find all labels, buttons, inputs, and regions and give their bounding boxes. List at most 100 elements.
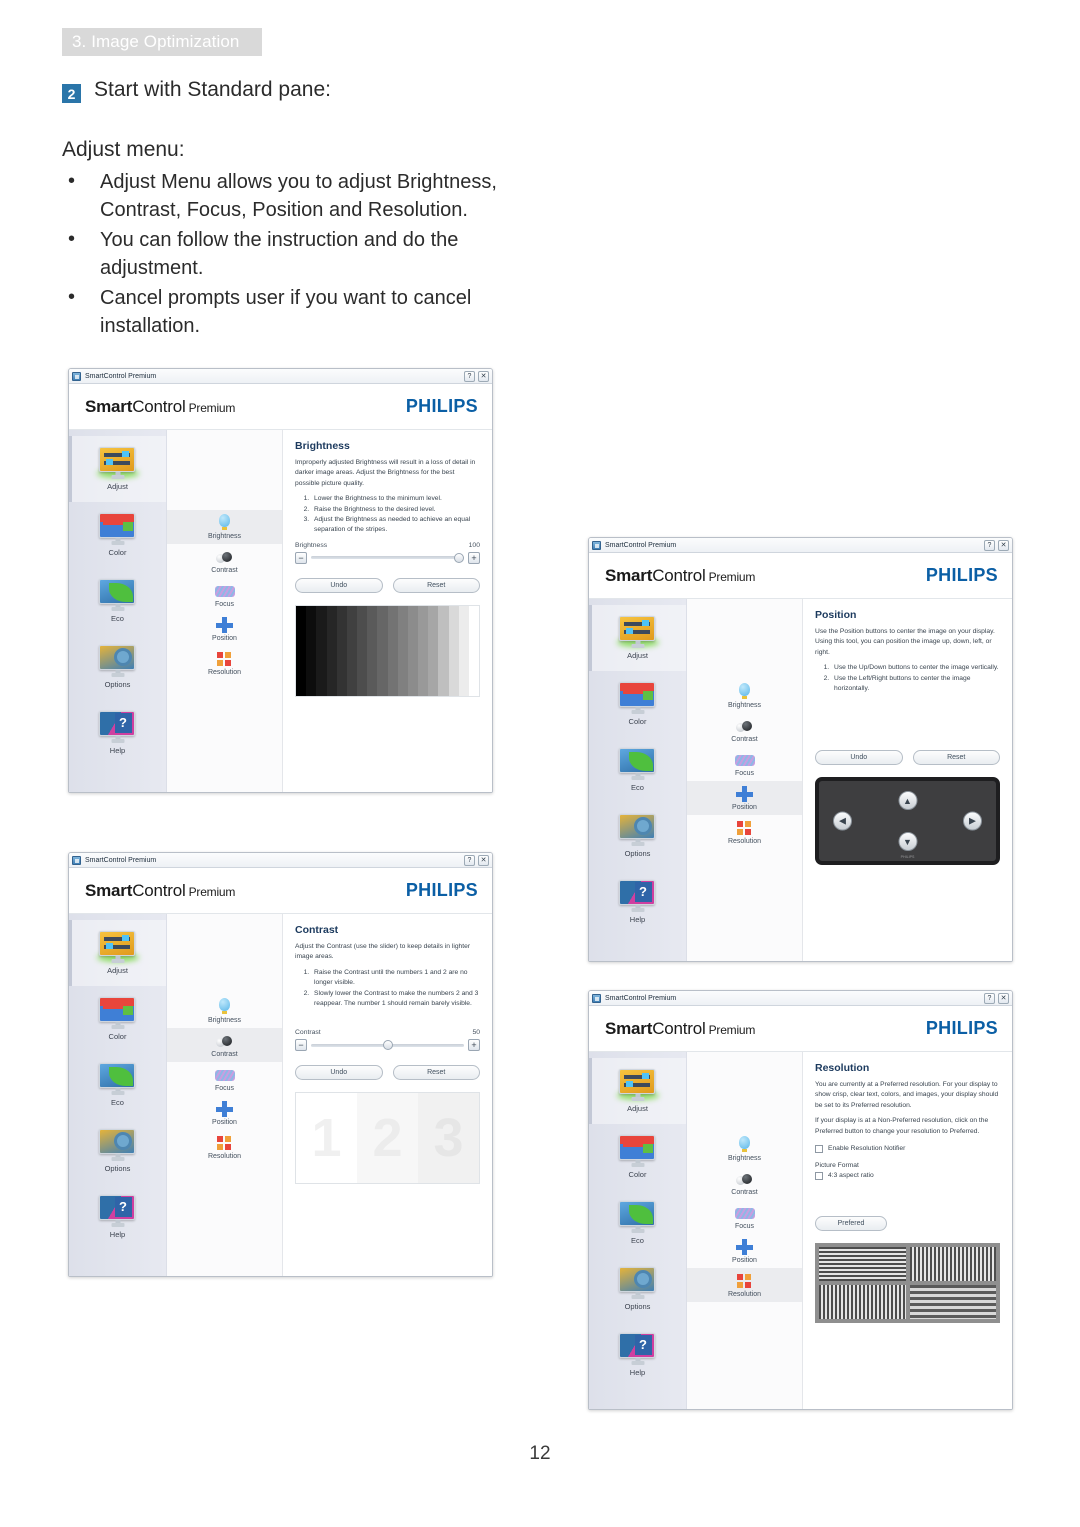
window-titlebar[interactable]: SmartControl Premium ? ✕	[69, 369, 492, 384]
rail-item-help[interactable]: ? Help	[69, 1184, 166, 1250]
undo-button[interactable]: Undo	[815, 750, 903, 766]
rail-item-color[interactable]: Color	[589, 1124, 686, 1190]
sub-menu-rail[interactable]: Brightness Contrast Focus Position Resol…	[687, 1052, 803, 1409]
window-controls[interactable]: ? ✕	[984, 539, 1009, 551]
close-icon[interactable]: ✕	[478, 854, 489, 866]
smartcontrol-window-resolution[interactable]: SmartControl Premium ? ✕ SmartControl Pre…	[588, 990, 1013, 1410]
close-icon[interactable]: ✕	[998, 992, 1009, 1004]
rail-item-color[interactable]: Color	[69, 502, 166, 568]
rail-item-options[interactable]: Options	[69, 634, 166, 700]
rail-item-color[interactable]: Color	[589, 671, 686, 737]
aspect-ratio-checkbox-row[interactable]: 4:3 aspect ratio	[815, 1171, 1000, 1180]
submenu-item-brightness[interactable]: Brightness	[687, 679, 802, 713]
rail-item-color[interactable]: Color	[69, 986, 166, 1052]
main-menu-rail[interactable]: Adjust Color Eco Options ? Help	[69, 430, 167, 792]
rail-item-help[interactable]: ? Help	[589, 1322, 686, 1388]
undo-button[interactable]: Undo	[295, 1065, 383, 1081]
close-icon[interactable]: ✕	[998, 539, 1009, 551]
undo-button[interactable]: Undo	[295, 577, 383, 593]
increase-icon[interactable]: +	[468, 1039, 480, 1052]
submenu-item-contrast[interactable]: Contrast	[687, 1166, 802, 1200]
window-controls[interactable]: ? ✕	[984, 992, 1009, 1004]
submenu-item-resolution[interactable]: Resolution	[167, 1130, 282, 1164]
close-icon[interactable]: ✕	[478, 370, 489, 382]
submenu-item-position[interactable]: Position	[167, 1096, 282, 1130]
window-titlebar[interactable]: SmartControl Premium ? ✕	[69, 853, 492, 868]
reset-button[interactable]: Reset	[392, 577, 480, 593]
sub-menu-rail[interactable]: Brightness Contrast Focus Position Resol…	[167, 430, 283, 792]
help-icon[interactable]: ?	[464, 370, 475, 382]
window-controls[interactable]: ? ✕	[464, 854, 489, 866]
rail-item-adjust[interactable]: Adjust	[589, 1058, 686, 1124]
button-row[interactable]: Undo Reset	[815, 750, 1000, 766]
rail-item-help[interactable]: ? Help	[589, 869, 686, 935]
submenu-item-focus[interactable]: Focus	[687, 747, 802, 781]
sub-menu-rail[interactable]: Brightness Contrast Focus Position Resol…	[687, 599, 803, 961]
dpad-up-icon[interactable]: ▲	[898, 791, 917, 811]
submenu-item-contrast[interactable]: Contrast	[167, 544, 282, 578]
window-titlebar[interactable]: SmartControl Premium ? ✕	[589, 538, 1012, 553]
contrast-slider[interactable]	[311, 1040, 464, 1051]
reset-button[interactable]: Reset	[912, 750, 1000, 766]
window-controls[interactable]: ? ✕	[464, 370, 489, 382]
rail-item-options[interactable]: Options	[589, 1256, 686, 1322]
rail-item-adjust[interactable]: Adjust	[589, 605, 686, 671]
dpad-left-icon[interactable]: ◀	[833, 811, 852, 831]
reset-button[interactable]: Reset	[392, 1065, 480, 1081]
slider-track-wrap[interactable]: − +	[295, 551, 480, 564]
slider-knob[interactable]	[454, 552, 464, 563]
submenu-item-brightness[interactable]: Brightness	[167, 994, 282, 1028]
submenu-item-contrast[interactable]: Contrast	[167, 1028, 282, 1062]
rail-item-options[interactable]: Options	[69, 1118, 166, 1184]
increase-icon[interactable]: +	[468, 551, 480, 564]
rail-item-adjust[interactable]: Adjust	[69, 920, 166, 986]
button-row[interactable]: Prefered	[815, 1215, 1000, 1231]
submenu-item-brightness[interactable]: Brightness	[167, 510, 282, 544]
smartcontrol-window-contrast[interactable]: SmartControl Premium ? ✕ SmartControl Pre…	[68, 852, 493, 1277]
sub-menu-rail[interactable]: Brightness Contrast Focus Position Resol…	[167, 914, 283, 1276]
rail-item-help[interactable]: ? Help	[69, 700, 166, 766]
position-dpad-monitor[interactable]: ▲ ▼ ◀ ▶ PHILIPS	[815, 777, 1000, 866]
submenu-item-focus[interactable]: Focus	[167, 578, 282, 612]
submenu-item-position[interactable]: Position	[687, 781, 802, 815]
submenu-item-position[interactable]: Position	[167, 612, 282, 646]
main-menu-rail[interactable]: Adjust Color Eco Options ? Help	[589, 1052, 687, 1409]
main-menu-rail[interactable]: Adjust Color Eco Options ? Help	[589, 599, 687, 961]
resolution-notifier-checkbox-row[interactable]: Enable Resolution Notifier	[815, 1144, 1000, 1153]
contrast-slider-row[interactable]: Contrast 50 − +	[295, 1029, 480, 1052]
rail-item-eco[interactable]: Eco	[589, 1190, 686, 1256]
rail-item-eco[interactable]: Eco	[69, 568, 166, 634]
submenu-item-focus[interactable]: Focus	[687, 1200, 802, 1234]
checkbox-icon[interactable]	[815, 1144, 823, 1153]
brightness-slider-row[interactable]: Brightness 100 − +	[295, 542, 480, 564]
submenu-item-resolution[interactable]: Resolution	[687, 815, 802, 849]
checkbox-icon[interactable]	[815, 1171, 823, 1180]
rail-item-eco[interactable]: Eco	[589, 737, 686, 803]
dpad-right-icon[interactable]: ▶	[963, 811, 982, 831]
dpad-down-icon[interactable]: ▼	[898, 832, 917, 852]
brightness-slider[interactable]	[311, 552, 464, 563]
preferred-button[interactable]: Prefered	[815, 1215, 887, 1231]
submenu-item-focus[interactable]: Focus	[167, 1062, 282, 1096]
help-icon[interactable]: ?	[984, 539, 995, 551]
smartcontrol-window-brightness[interactable]: SmartControl Premium ? ✕ SmartControl Pre…	[68, 368, 493, 793]
submenu-item-resolution[interactable]: Resolution	[687, 1268, 802, 1302]
slider-track-wrap[interactable]: − +	[295, 1039, 480, 1052]
rail-item-adjust[interactable]: Adjust	[69, 436, 166, 502]
rail-item-eco[interactable]: Eco	[69, 1052, 166, 1118]
decrease-icon[interactable]: −	[295, 1039, 307, 1052]
submenu-item-brightness[interactable]: Brightness	[687, 1132, 802, 1166]
submenu-item-contrast[interactable]: Contrast	[687, 713, 802, 747]
submenu-item-resolution[interactable]: Resolution	[167, 646, 282, 680]
rail-item-options[interactable]: Options	[589, 803, 686, 869]
button-row[interactable]: Undo Reset	[295, 1065, 480, 1081]
help-icon[interactable]: ?	[984, 992, 995, 1004]
main-menu-rail[interactable]: Adjust Color Eco Options ? Help	[69, 914, 167, 1276]
button-row[interactable]: Undo Reset	[295, 577, 480, 593]
help-icon[interactable]: ?	[464, 854, 475, 866]
window-titlebar[interactable]: SmartControl Premium ? ✕	[589, 991, 1012, 1006]
smartcontrol-window-position[interactable]: SmartControl Premium ? ✕ SmartControl Pre…	[588, 537, 1013, 962]
slider-knob[interactable]	[382, 1040, 393, 1051]
decrease-icon[interactable]: −	[295, 551, 307, 564]
submenu-item-position[interactable]: Position	[687, 1234, 802, 1268]
